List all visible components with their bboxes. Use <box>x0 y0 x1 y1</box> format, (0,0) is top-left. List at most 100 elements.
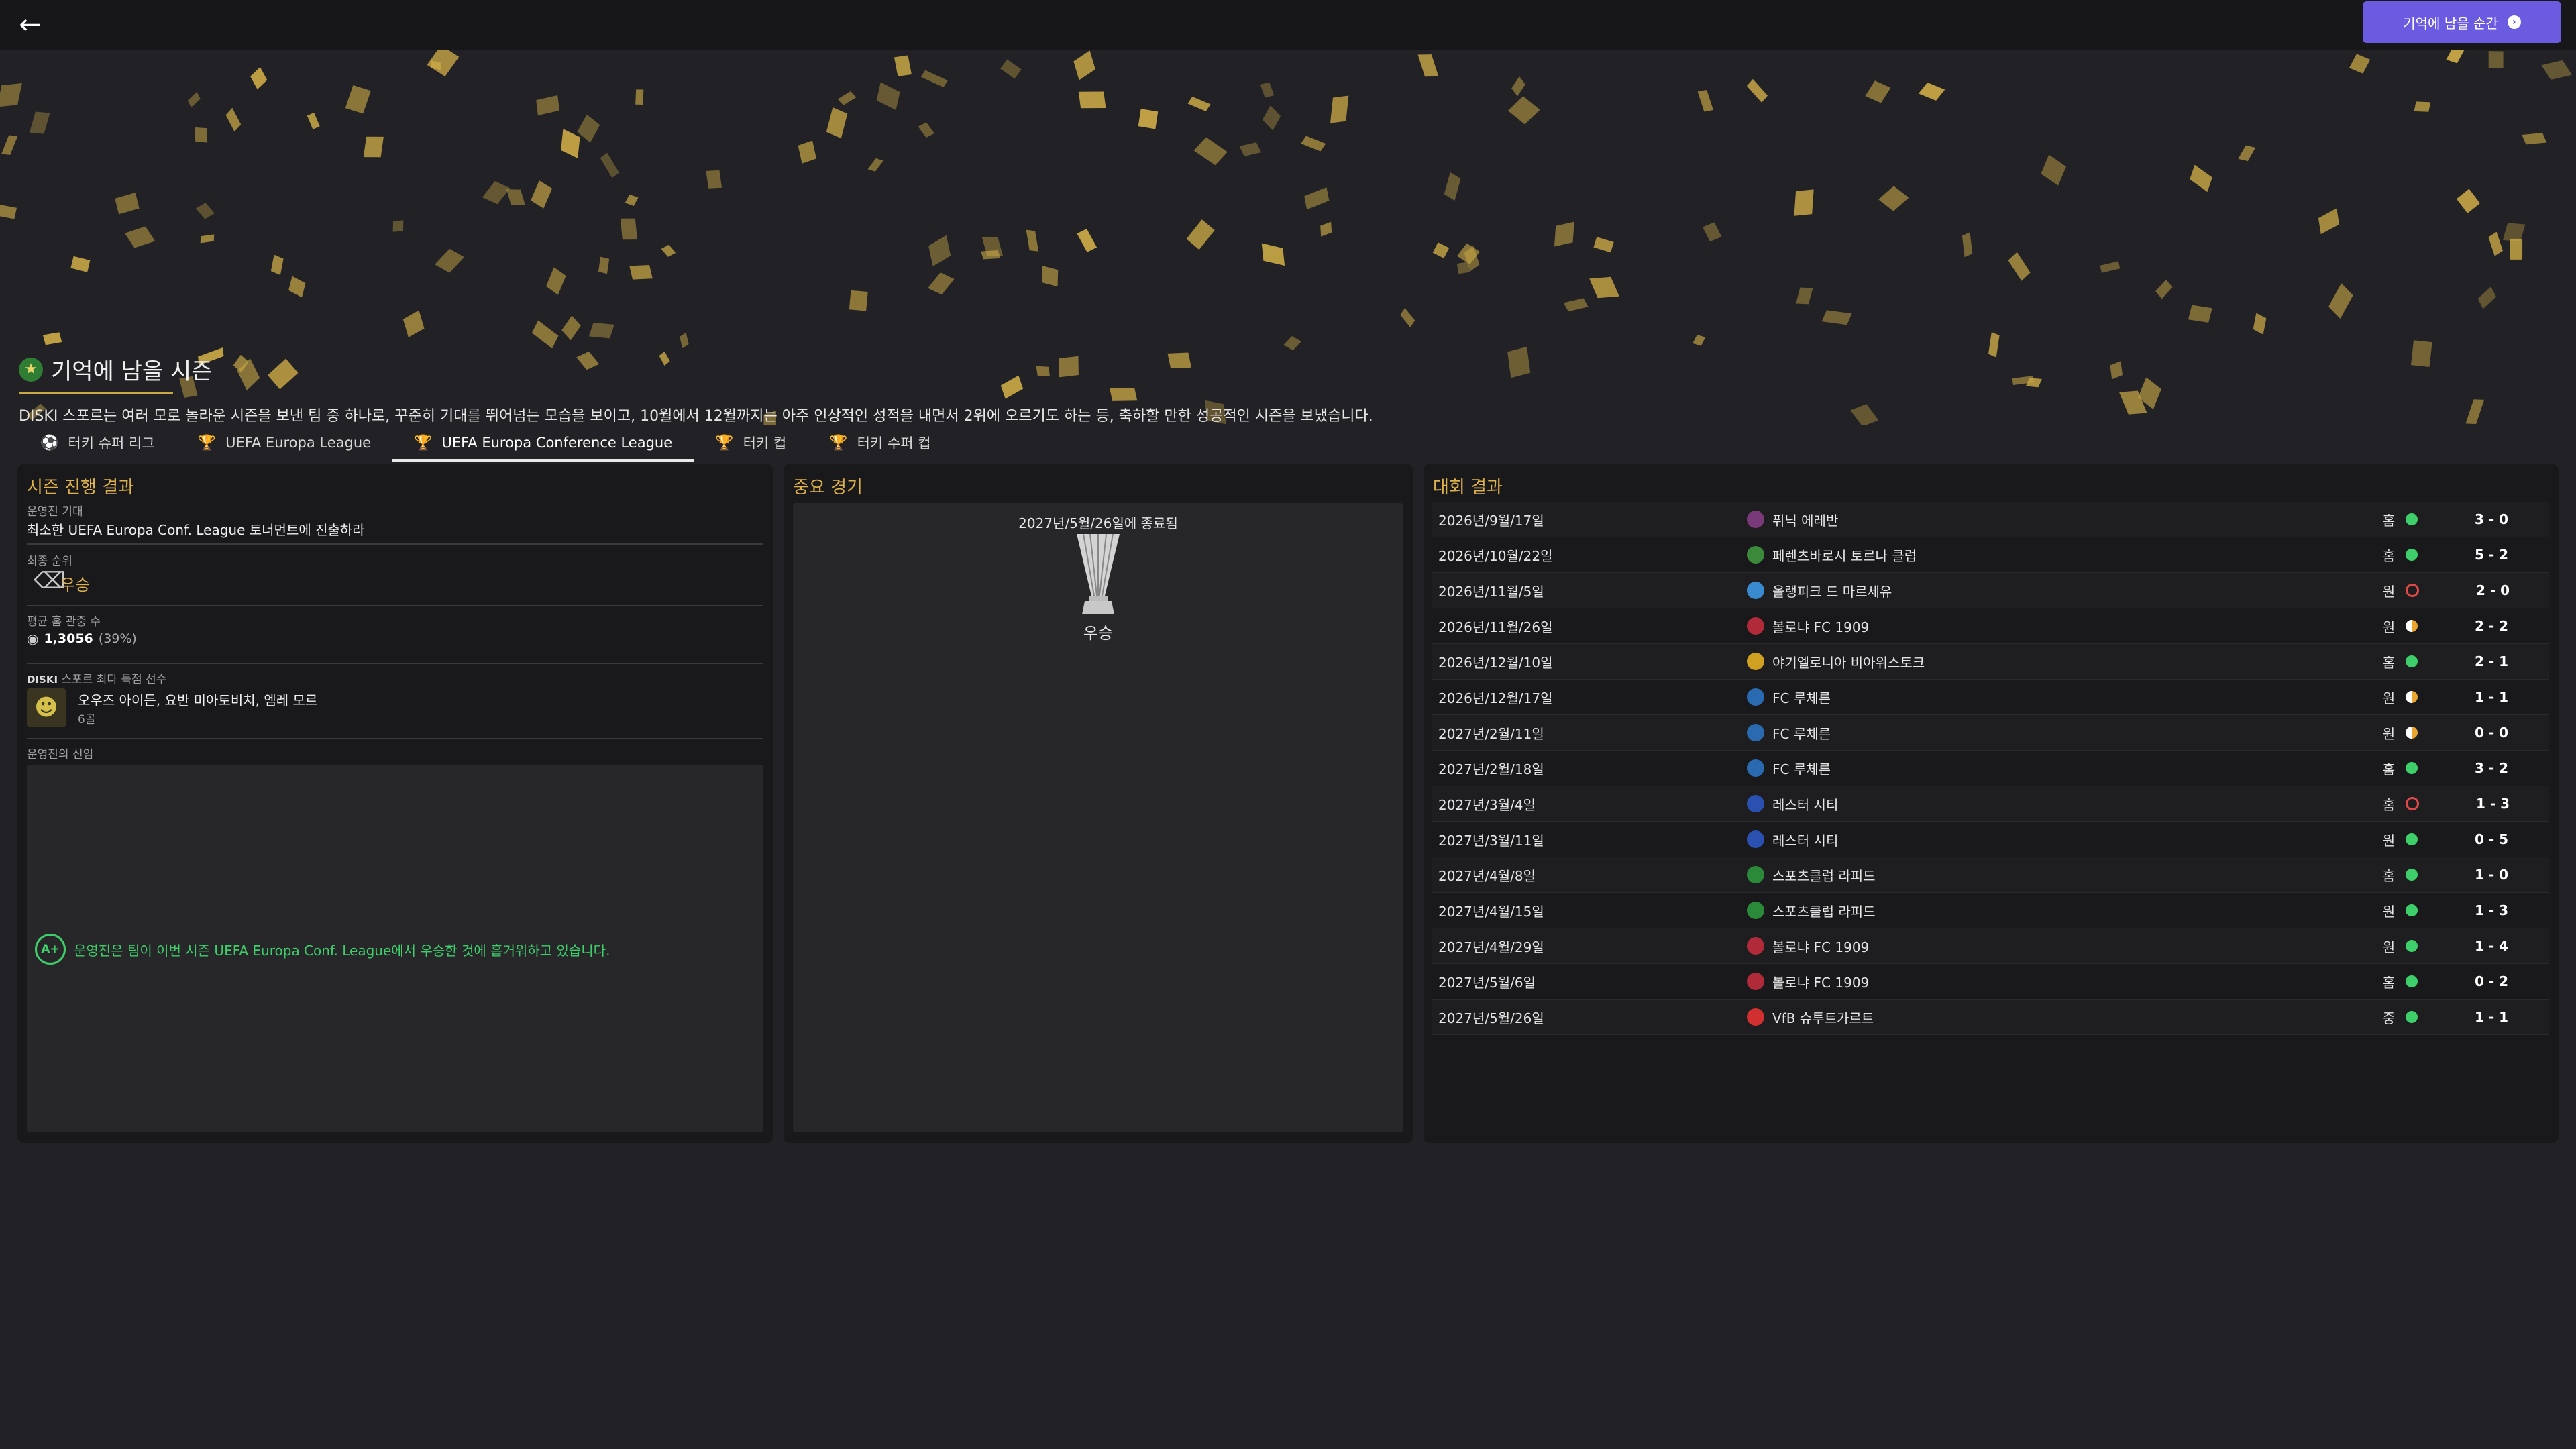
result-row[interactable]: 2026년/12월/17일 FC 루체른 원 1 - 1 <box>1432 680 2549 715</box>
match-score[interactable]: 5 - 2 <box>2458 547 2525 563</box>
result-row[interactable]: 2026년/11월/5일 올랭피크 드 마르세유 원 2 - 0 <box>1432 573 2549 608</box>
match-score[interactable]: 1 - 0 <box>2458 867 2525 883</box>
confetti-piece <box>1918 82 1945 101</box>
confetti-piece <box>826 107 848 139</box>
tab-uefa-conference-league[interactable]: 🏆 UEFA Europa Conference League <box>392 427 694 462</box>
match-score[interactable]: 0 - 0 <box>2458 724 2525 741</box>
win-indicator-icon <box>2406 1011 2418 1023</box>
ball-icon: ⚽ <box>40 434 59 451</box>
opponent-name[interactable]: FC 루체른 <box>1772 759 2379 778</box>
opponent-name[interactable]: 볼로냐 FC 1909 <box>1772 972 2379 991</box>
top-scorer-header: DISKI 스포르 최다 득점 선수 <box>27 669 166 686</box>
confetti-piece <box>2190 164 2212 193</box>
confetti-piece <box>1865 80 1891 103</box>
confetti-piece <box>1878 186 1909 211</box>
confetti-piece <box>225 107 241 132</box>
confetti-piece <box>435 248 464 273</box>
key-match-box[interactable]: 2027년/5월/26일에 종료됨 우승 <box>793 503 1403 1132</box>
confetti-piece <box>536 95 559 116</box>
confetti-piece <box>2100 261 2121 273</box>
opponent-name[interactable]: 야기엘로니아 비아위스토크 <box>1772 652 2379 672</box>
confetti-piece <box>894 55 912 76</box>
match-date: 2026년/12월/10일 <box>1438 654 1553 671</box>
result-row[interactable]: 2027년/2월/18일 FC 루체른 홈 3 - 2 <box>1432 751 2549 786</box>
opponent-name[interactable]: 레스터 시티 <box>1772 830 2379 849</box>
divider <box>27 663 763 664</box>
match-score[interactable]: 1 - 1 <box>2458 1009 2525 1025</box>
confetti-piece <box>620 218 637 240</box>
venue: 홈 <box>2382 867 2396 884</box>
match-score[interactable]: 2 - 0 <box>2459 582 2526 598</box>
tab-uefa-europa-league[interactable]: 🏆 UEFA Europa League <box>176 427 392 459</box>
confetti-piece <box>1417 54 1439 77</box>
result-row[interactable]: 2026년/10월/22일 페렌츠바로시 토르나 클럽 홈 5 - 2 <box>1432 537 2549 573</box>
opponent-name[interactable]: 볼로냐 FC 1909 <box>1772 936 2379 956</box>
opponent-name[interactable]: 스포츠클럽 라피드 <box>1772 865 2379 885</box>
confetti-piece <box>1193 137 1228 166</box>
match-date: 2026년/11월/26일 <box>1438 619 1553 635</box>
opponent-name[interactable]: FC 루체른 <box>1772 688 2379 707</box>
match-score[interactable]: 3 - 0 <box>2458 511 2525 527</box>
result-row[interactable]: 2027년/2월/11일 FC 루체른 원 0 - 0 <box>1432 715 2549 751</box>
confetti-piece <box>200 234 215 244</box>
memorable-moments-button[interactable]: 기억에 남을 순간 › <box>2363 1 2561 43</box>
match-score[interactable]: 3 - 2 <box>2458 760 2525 776</box>
final-rank-value: 우승 <box>60 576 91 594</box>
confetti-piece <box>70 256 91 272</box>
match-score[interactable]: 0 - 2 <box>2458 973 2525 989</box>
tab-turkish-cup[interactable]: 🏆 터키 컵 <box>694 427 808 459</box>
tab-turkish-super-league[interactable]: ⚽ 터키 슈퍼 리그 <box>19 427 176 459</box>
confetti-piece <box>270 254 284 275</box>
match-score[interactable]: 0 - 5 <box>2458 831 2525 847</box>
board-confidence-box: A+ 운영진은 팀이 이번 시즌 UEFA Europa Conf. Leagu… <box>27 765 763 1132</box>
key-match-panel: 중요 경기 2027년/5월/26일에 종료됨 우승 <box>784 464 1413 1143</box>
opponent-name[interactable]: FC 루체른 <box>1772 723 2379 743</box>
opponent-name[interactable]: VfB 슈투트가르트 <box>1772 1008 2379 1027</box>
result-row[interactable]: 2027년/4월/8일 스포츠클럽 라피드 홈 1 - 0 <box>1432 857 2549 893</box>
club-crest-icon <box>1747 830 1764 848</box>
confetti-piece <box>867 158 883 172</box>
opponent-name[interactable]: 레스터 시티 <box>1772 794 2379 814</box>
result-row[interactable]: 2026년/11월/26일 볼로냐 FC 1909 원 2 - 2 <box>1432 608 2549 644</box>
confetti-piece <box>288 276 306 298</box>
result-row[interactable]: 2026년/9월/17일 퓌닉 에레반 홈 3 - 0 <box>1432 502 2549 537</box>
confetti-piece <box>1563 298 1589 312</box>
tab-turkish-super-cup[interactable]: 🏆 터키 수퍼 컵 <box>808 427 952 459</box>
result-row[interactable]: 2027년/4월/29일 볼로냐 FC 1909 원 1 - 4 <box>1432 928 2549 964</box>
result-row[interactable]: 2026년/12월/10일 야기엘로니아 비아위스토크 홈 2 - 1 <box>1432 644 2549 680</box>
venue: 홈 <box>2382 796 2396 813</box>
opponent-name[interactable]: 페렌츠바로시 토르나 클럽 <box>1772 545 2379 565</box>
match-score[interactable]: 1 - 3 <box>2458 902 2525 918</box>
confetti-piece <box>1304 187 1330 210</box>
top-scorer-names[interactable]: 오우즈 아이든, 요반 미아토비치, 엠레 모르 <box>78 690 317 709</box>
win-indicator-icon <box>2406 904 2418 916</box>
result-row[interactable]: 2027년/5월/6일 볼로냐 FC 1909 홈 0 - 2 <box>1432 964 2549 1000</box>
opponent-name[interactable]: 올랭피크 드 마르세유 <box>1772 581 2379 600</box>
result-row[interactable]: 2027년/5월/26일 VfB 슈투트가르트 중 1 - 1 <box>1432 1000 2549 1035</box>
match-date: 2027년/4월/29일 <box>1438 938 1544 955</box>
club-crest-icon <box>1747 866 1764 883</box>
result-row[interactable]: 2027년/3월/11일 레스터 시티 원 0 - 5 <box>1432 822 2549 857</box>
match-score[interactable]: 1 - 3 <box>2459 796 2526 812</box>
opponent-name[interactable]: 볼로냐 FC 1909 <box>1772 616 2379 636</box>
loss-indicator-icon <box>2406 797 2419 810</box>
attendance-row: ◉ 1,3056 (39%) <box>27 631 137 647</box>
confetti-piece <box>1400 308 1415 327</box>
opponent-name[interactable]: 퓌닉 에레반 <box>1772 510 2379 529</box>
match-score[interactable]: 2 - 1 <box>2458 653 2525 669</box>
confetti-piece <box>546 267 566 295</box>
result-row[interactable]: 2027년/3월/4일 레스터 시티 홈 1 - 3 <box>1432 786 2549 822</box>
confetti-piece <box>2349 54 2371 74</box>
confetti-piece <box>1794 189 1814 216</box>
match-score[interactable]: 1 - 1 <box>2458 689 2525 705</box>
divider <box>27 543 763 545</box>
result-row[interactable]: 2027년/4월/15일 스포츠클럽 라피드 원 1 - 3 <box>1432 893 2549 928</box>
opponent-name[interactable]: 스포츠클럽 라피드 <box>1772 901 2379 920</box>
match-score[interactable]: 2 - 2 <box>2458 618 2525 634</box>
venue: 원 <box>2382 938 2396 955</box>
confetti-piece <box>363 136 384 158</box>
match-score[interactable]: 1 - 4 <box>2458 938 2525 954</box>
back-arrow-icon[interactable]: ← <box>15 9 46 40</box>
confetti-piece <box>661 244 676 257</box>
club-crest-icon <box>1747 546 1764 564</box>
